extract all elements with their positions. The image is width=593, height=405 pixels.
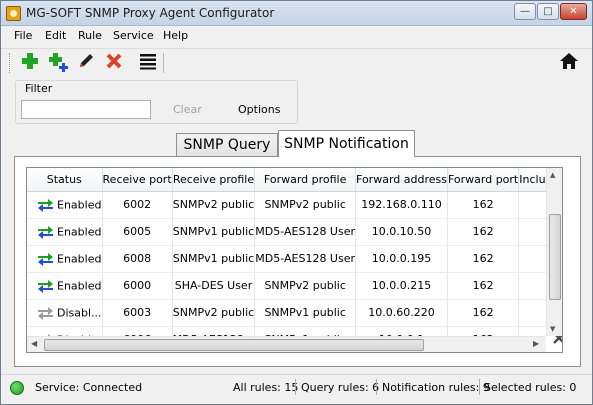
menu-bar: File Edit Rule Service Help xyxy=(1,27,592,46)
forward-profile-cell: MD5-AES128 User xyxy=(254,245,357,273)
forward-address-cell: 10.0.0.215 xyxy=(355,272,448,300)
status-cell: Disabl... xyxy=(27,299,103,327)
tab-snmp-query[interactable]: SNMP Query xyxy=(176,133,278,156)
scroll-down-icon[interactable]: ▼ xyxy=(550,325,555,333)
forward-port-cell: 162 xyxy=(447,299,520,327)
receive-profile-cell: SNMPv2 public xyxy=(172,191,256,219)
table-row[interactable]: Enabled 6000 SHA-DES User SNMPv2 public 10.0… xyxy=(27,272,562,300)
status-cell: Enabled xyxy=(27,191,103,219)
service-status: Service: Connected xyxy=(35,381,143,394)
column-header-status[interactable]: Status xyxy=(27,168,103,192)
receive-port-cell: 6005 xyxy=(102,218,173,246)
forward-address-cell: 10.0.0.195 xyxy=(355,245,448,273)
scroll-right-icon[interactable]: ▶ xyxy=(533,339,539,348)
forward-arrows-icon xyxy=(37,225,54,239)
receive-port-cell: 6002 xyxy=(102,191,173,219)
receive-profile-cell: SNMPv1 public xyxy=(172,245,256,273)
menu-edit[interactable]: Edit xyxy=(45,29,66,42)
forward-address-cell: 10.0.10.50 xyxy=(355,218,448,246)
vertical-scroll-thumb[interactable] xyxy=(549,214,561,300)
toolbar-separator xyxy=(163,53,164,73)
options-button[interactable]: Options xyxy=(238,103,280,116)
status-text: Enabled xyxy=(57,279,102,292)
add-multiple-icon[interactable] xyxy=(47,52,69,74)
list-icon[interactable] xyxy=(137,52,159,74)
status-cell: Enabled xyxy=(27,272,103,300)
status-cell: Enabled xyxy=(27,245,103,273)
edit-icon[interactable] xyxy=(75,52,97,74)
column-header-receive-profile[interactable]: Receive profile xyxy=(172,168,256,192)
toolbar-grip xyxy=(9,53,11,73)
column-header-receive-port[interactable]: Receive port xyxy=(102,168,173,192)
title-bar: MG-SOFT SNMP Proxy Agent Configurator — … xyxy=(1,1,592,26)
forward-profile-cell: SNMPv2 public xyxy=(254,191,357,219)
home-icon[interactable] xyxy=(558,52,580,74)
receive-profile-cell: SNMPv2 public xyxy=(172,299,256,327)
status-separator xyxy=(479,379,480,395)
status-text: Enabled xyxy=(57,252,102,265)
table-row[interactable]: Disabl... 6003 SNMPv2 public SNMPv1 public 1… xyxy=(27,299,562,327)
app-window: MG-SOFT SNMP Proxy Agent Configurator — … xyxy=(0,0,593,405)
column-header-forward-address[interactable]: Forward address xyxy=(355,168,448,192)
status-text: Enabled xyxy=(57,225,102,238)
window-title: MG-SOFT SNMP Proxy Agent Configurator xyxy=(26,6,275,20)
receive-port-cell: 6003 xyxy=(102,299,173,327)
forward-profile-cell: MD5-AES128 User xyxy=(254,218,357,246)
selected-rules-count: Selected rules: 0 xyxy=(484,381,577,394)
forward-port-cell: 162 xyxy=(447,191,520,219)
forward-profile-cell: SNMPv2 public xyxy=(254,272,357,300)
tab-snmp-notification[interactable]: SNMP Notification xyxy=(278,130,415,157)
filter-legend: Filter xyxy=(23,82,55,95)
column-header-forward-port[interactable]: Forward port xyxy=(447,168,520,192)
menu-help[interactable]: Help xyxy=(163,29,188,42)
scroll-left-icon[interactable]: ◀ xyxy=(31,339,37,348)
status-text: Disabl... xyxy=(57,306,102,319)
forward-address-cell: 10.0.60.220 xyxy=(355,299,448,327)
add-icon[interactable] xyxy=(19,52,41,74)
status-separator xyxy=(295,379,296,395)
close-button[interactable]: ✕ xyxy=(560,3,587,20)
forward-arrows-icon xyxy=(37,306,54,320)
toolbar xyxy=(1,48,592,76)
forward-arrows-icon xyxy=(37,198,54,212)
table-row[interactable]: Enabled 6002 SNMPv2 public SNMPv2 public 192… xyxy=(27,191,562,219)
forward-address-cell: 192.168.0.110 xyxy=(355,191,448,219)
column-header-forward-profile[interactable]: Forward profile xyxy=(254,168,357,192)
all-rules-count: All rules: 15 xyxy=(233,381,299,394)
receive-port-cell: 6000 xyxy=(102,272,173,300)
notification-rules-count: Notification rules: 9 xyxy=(382,381,490,394)
table-row[interactable]: Enabled 6005 SNMPv1 public MD5-AES128 User 1… xyxy=(27,218,562,246)
status-text: Enabled xyxy=(57,198,102,211)
scroll-up-icon[interactable]: ▲ xyxy=(550,171,555,179)
forward-port-cell: 162 xyxy=(447,245,520,273)
receive-profile-cell: SNMPv1 public xyxy=(172,218,256,246)
app-icon xyxy=(6,6,21,21)
vertical-scrollbar[interactable]: ▲ ▼ xyxy=(546,168,562,336)
menu-service[interactable]: Service xyxy=(113,29,154,42)
minimize-button[interactable]: — xyxy=(514,3,536,20)
delete-icon[interactable] xyxy=(103,52,125,74)
status-bar: Service: Connected All rules: 15 Query r… xyxy=(1,374,592,404)
menu-file[interactable]: File xyxy=(14,29,32,42)
forward-arrows-icon xyxy=(37,252,54,266)
query-rules-count: Query rules: 6 xyxy=(301,381,380,394)
receive-profile-cell: SHA-DES User xyxy=(172,272,256,300)
receive-port-cell: 6008 xyxy=(102,245,173,273)
forward-profile-cell: SNMPv1 public xyxy=(254,299,357,327)
forward-port-cell: 162 xyxy=(447,272,520,300)
status-cell: Enabled xyxy=(27,218,103,246)
maximize-button[interactable]: □ xyxy=(537,3,559,20)
horizontal-scrollbar[interactable]: ◀ ▶ xyxy=(27,336,546,352)
horizontal-scroll-thumb[interactable] xyxy=(44,339,424,351)
filter-input[interactable] xyxy=(21,100,151,119)
table-row[interactable]: Enabled 6008 SNMPv1 public MD5-AES128 User 1… xyxy=(27,245,562,273)
forward-arrows-icon xyxy=(37,279,54,293)
rules-table: Status Receive port Receive profile Forw… xyxy=(26,167,563,353)
menu-rule[interactable]: Rule xyxy=(78,29,102,42)
clear-button[interactable]: Clear xyxy=(173,103,202,116)
forward-port-cell: 162 xyxy=(447,218,520,246)
status-separator xyxy=(376,379,377,395)
service-status-icon xyxy=(10,381,24,395)
